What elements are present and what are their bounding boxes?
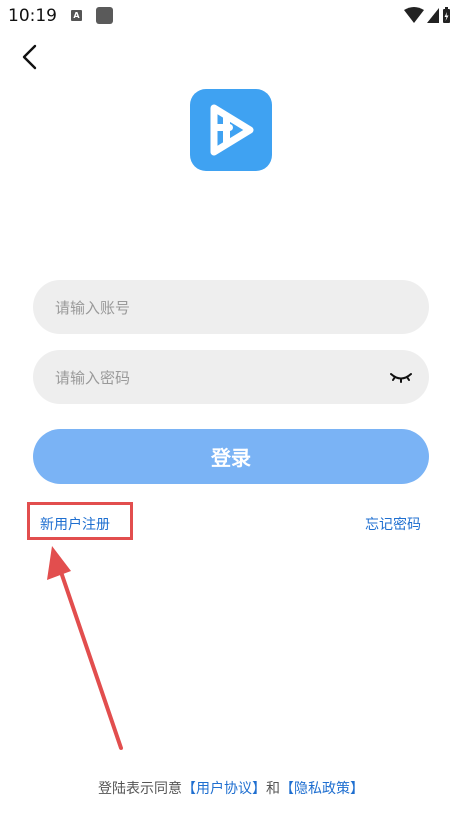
login-button[interactable]: 登录 (33, 429, 429, 484)
password-field (33, 350, 429, 406)
agreement-prefix: 登陆表示同意 (98, 781, 182, 797)
forgot-password-link[interactable]: 忘记密码 (365, 514, 421, 534)
register-link[interactable]: 新用户注册 (40, 514, 110, 534)
app-logo (190, 89, 272, 171)
notification-app-icon (96, 7, 113, 24)
password-input[interactable] (53, 350, 377, 406)
account-input[interactable] (53, 280, 377, 336)
agreement-text: 登陆表示同意【用户协议】和【隐私政策】 (0, 778, 462, 798)
status-bar: 10:19 A (0, 0, 462, 32)
eye-closed-icon[interactable] (389, 366, 413, 388)
wifi-icon (404, 7, 424, 23)
signal-icon (427, 8, 439, 23)
back-button[interactable] (16, 42, 46, 72)
notification-a-icon: A (71, 10, 82, 21)
privacy-policy-link[interactable]: 【隐私政策】 (280, 781, 364, 797)
chevron-left-icon (22, 44, 37, 70)
status-icons (404, 6, 452, 30)
play-logo-icon (210, 104, 254, 156)
agreement-conjunction: 和 (266, 781, 280, 797)
account-field (33, 280, 429, 336)
status-time: 10:19 (8, 6, 57, 26)
user-agreement-link[interactable]: 【用户协议】 (182, 781, 266, 797)
battery-icon (443, 7, 450, 23)
